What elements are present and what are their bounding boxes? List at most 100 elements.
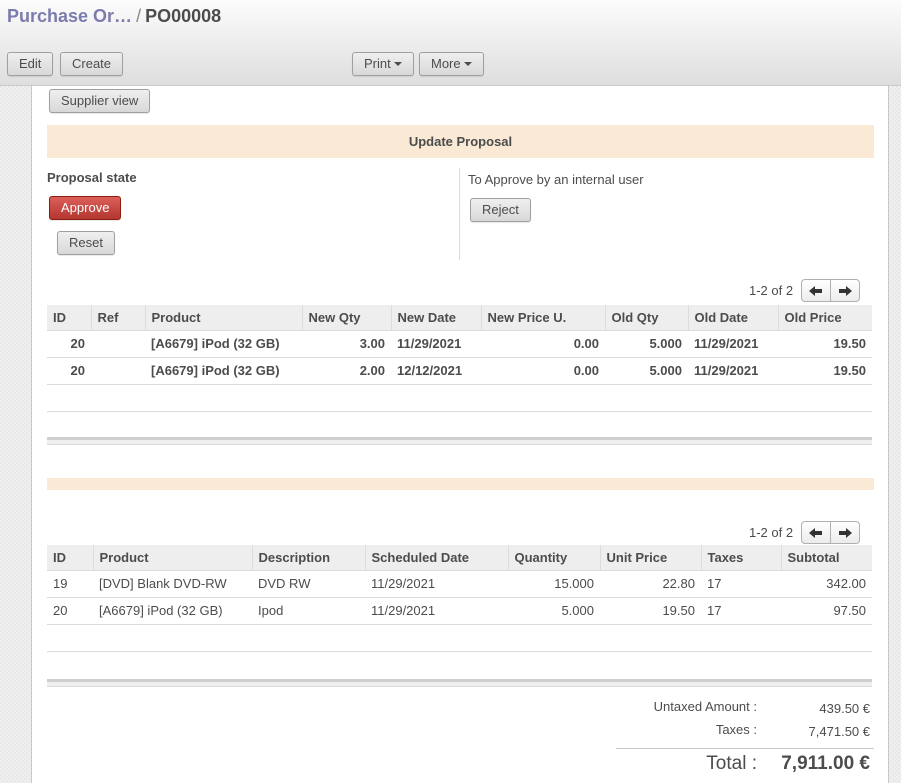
cell-product: [A6679] iPod (32 GB) — [145, 357, 302, 385]
cell-new-date: 12/12/2021 — [391, 357, 481, 385]
column-header-subtotal[interactable]: Subtotal — [780, 545, 872, 571]
proposal-table: ID Ref Product New Qty New Date New Pric… — [47, 305, 872, 412]
column-header-new-date[interactable]: New Date — [390, 305, 481, 331]
cell-subtotal: 342.00 — [781, 570, 872, 598]
table-row[interactable]: 20 [A6679] iPod (32 GB) Ipod 11/29/2021 … — [47, 597, 872, 625]
cell-old-date: 11/29/2021 — [688, 330, 778, 358]
cell-old-price: 19.50 — [778, 357, 872, 385]
order-lines-table: ID Product Description Scheduled Date Qu… — [47, 545, 872, 652]
proposal-pager-buttons — [801, 279, 860, 302]
column-header-unit-price[interactable]: Unit Price — [599, 545, 701, 571]
caret-down-icon — [393, 61, 402, 66]
column-header-id[interactable]: ID — [47, 545, 93, 571]
proposal-state-label: Proposal state — [47, 170, 137, 185]
cell-taxes: 17 — [701, 570, 781, 598]
control-panel: Purchase Or… / PO00008 Edit Create Print M… — [0, 0, 901, 86]
cell-ref — [91, 330, 145, 358]
cell-unit-price: 19.50 — [600, 597, 701, 625]
section-separator-banner — [47, 478, 874, 490]
breadcrumb-separator: / — [136, 6, 142, 26]
lines-pager-next[interactable] — [831, 522, 859, 543]
cell-scheduled-date: 11/29/2021 — [365, 597, 508, 625]
cell-new-qty: 3.00 — [302, 330, 391, 358]
proposal-table-footer — [47, 437, 872, 445]
total-value: 7,911.00 € — [781, 753, 870, 774]
breadcrumb: Purchase Or… / PO00008 — [7, 6, 221, 27]
arrow-right-icon — [839, 527, 852, 538]
cell-new-price: 0.00 — [481, 330, 605, 358]
cell-id: 20 — [47, 330, 91, 358]
cell-quantity: 15.000 — [508, 570, 600, 598]
column-header-new-price[interactable]: New Price U. — [480, 305, 605, 331]
column-header-old-date[interactable]: Old Date — [687, 305, 778, 331]
cell-new-price: 0.00 — [481, 357, 605, 385]
lines-pager-value: 1-2 of 2 — [749, 525, 794, 540]
cell-id: 19 — [47, 570, 93, 598]
cell-taxes: 17 — [701, 597, 781, 625]
cell-id: 20 — [47, 357, 91, 385]
print-label: Print — [364, 56, 391, 71]
reset-button[interactable]: Reset — [57, 231, 115, 255]
cell-product: [DVD] Blank DVD-RW — [93, 570, 252, 598]
cell-quantity: 5.000 — [508, 597, 600, 625]
cell-product: [A6679] iPod (32 GB) — [93, 597, 252, 625]
approve-button[interactable]: Approve — [49, 196, 122, 220]
cell-description: Ipod — [252, 597, 365, 625]
arrow-right-icon — [839, 285, 852, 296]
column-divider — [459, 168, 460, 260]
print-button[interactable]: Print — [352, 52, 414, 76]
totals-divider — [616, 748, 874, 749]
more-label: More — [431, 56, 461, 71]
column-header-old-qty[interactable]: Old Qty — [604, 305, 688, 331]
table-row[interactable]: 20 [A6679] iPod (32 GB) 3.00 11/29/2021 … — [47, 330, 872, 358]
create-button[interactable]: Create — [60, 52, 124, 76]
more-button[interactable]: More — [419, 52, 484, 76]
cell-old-qty: 5.000 — [605, 330, 688, 358]
empty-row — [47, 384, 872, 412]
cell-new-qty: 2.00 — [302, 357, 391, 385]
lines-header-row: ID Product Description Scheduled Date Qu… — [47, 545, 872, 571]
lines-pager-buttons — [801, 521, 860, 544]
cell-unit-price: 22.80 — [600, 570, 701, 598]
column-header-scheduled-date[interactable]: Scheduled Date — [364, 545, 508, 571]
arrow-left-icon — [809, 285, 822, 296]
caret-down-icon — [463, 61, 472, 66]
column-header-old-price[interactable]: Old Price — [777, 305, 872, 331]
supplier-view-button[interactable]: Supplier view — [49, 89, 151, 113]
cell-subtotal: 97.50 — [781, 597, 872, 625]
cell-old-qty: 5.000 — [605, 357, 688, 385]
table-row[interactable]: 19 [DVD] Blank DVD-RW DVD RW 11/29/2021 … — [47, 570, 872, 598]
form-sheet: Supplier view Update Proposal Proposal s… — [31, 86, 889, 783]
reject-button[interactable]: Reject — [470, 198, 531, 222]
cell-ref — [91, 357, 145, 385]
breadcrumb-current: PO00008 — [145, 6, 222, 26]
edit-button[interactable]: Edit — [7, 52, 54, 76]
table-row[interactable]: 20 [A6679] iPod (32 GB) 2.00 12/12/2021 … — [47, 357, 872, 385]
untaxed-amount-value: 439.50 € — [819, 701, 870, 716]
column-header-product[interactable]: Product — [144, 305, 302, 331]
column-header-id[interactable]: ID — [47, 305, 91, 331]
taxes-value: 7,471.50 € — [808, 724, 870, 739]
proposal-pager-prev[interactable] — [802, 280, 831, 301]
breadcrumb-parent-link[interactable]: Purchase Or… — [7, 6, 132, 26]
cell-scheduled-date: 11/29/2021 — [365, 570, 508, 598]
cell-old-price: 19.50 — [778, 330, 872, 358]
cell-new-date: 11/29/2021 — [391, 330, 481, 358]
cell-old-date: 11/29/2021 — [688, 357, 778, 385]
proposal-header-row: ID Ref Product New Qty New Date New Pric… — [47, 305, 872, 331]
cell-product: [A6679] iPod (32 GB) — [145, 330, 302, 358]
column-header-description[interactable]: Description — [251, 545, 365, 571]
column-header-taxes[interactable]: Taxes — [700, 545, 781, 571]
proposal-pager-next[interactable] — [831, 280, 859, 301]
column-header-product[interactable]: Product — [92, 545, 252, 571]
arrow-left-icon — [809, 527, 822, 538]
column-header-quantity[interactable]: Quantity — [507, 545, 600, 571]
proposal-pager-value: 1-2 of 2 — [749, 283, 794, 298]
column-header-new-qty[interactable]: New Qty — [301, 305, 391, 331]
lines-pager-prev[interactable] — [802, 522, 831, 543]
column-header-ref[interactable]: Ref — [90, 305, 145, 331]
approve-note: To Approve by an internal user — [468, 172, 644, 187]
cell-description: DVD RW — [252, 570, 365, 598]
empty-row — [47, 624, 872, 652]
cell-id: 20 — [47, 597, 93, 625]
